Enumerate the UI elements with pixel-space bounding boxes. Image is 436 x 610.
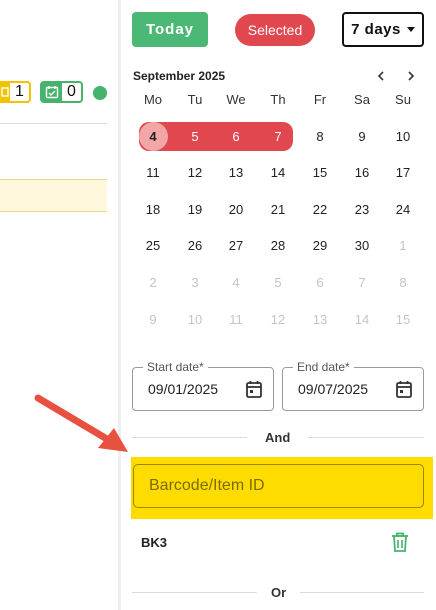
calendar-day[interactable]: 4 <box>135 122 171 150</box>
done-count-badge[interactable]: 0 <box>40 81 83 103</box>
weekday-header: Mo <box>143 92 163 107</box>
weekday-header: Th <box>270 92 286 107</box>
calendar-day[interactable]: 26 <box>177 231 213 259</box>
and-separator-label: And <box>265 430 291 445</box>
calendar-day[interactable]: 5 <box>177 122 213 150</box>
calendar-day[interactable]: 15 <box>302 158 338 186</box>
calendar-day[interactable]: 12 <box>260 305 296 333</box>
calendar-day[interactable]: 22 <box>302 195 338 223</box>
calendar-day[interactable]: 10 <box>177 305 213 333</box>
calendar-day[interactable]: 29 <box>302 231 338 259</box>
panel-divider[interactable] <box>118 0 121 610</box>
calendar-day[interactable]: 6 <box>218 122 254 150</box>
highlighted-row[interactable] <box>0 179 107 212</box>
calendar-day[interactable]: 3 <box>177 268 213 296</box>
calendar-day[interactable]: 18 <box>135 195 171 223</box>
separator-line <box>308 437 424 438</box>
start-date-value[interactable]: 09/01/2025 <box>148 381 218 397</box>
calendar-day[interactable]: 27 <box>218 231 254 259</box>
end-date-value[interactable]: 09/07/2025 <box>298 381 368 397</box>
pending-count-badge[interactable]: 1 <box>0 81 31 103</box>
calendar-day[interactable]: 25 <box>135 231 171 259</box>
calendar-day[interactable]: 21 <box>260 195 296 223</box>
calendar-day[interactable]: 11 <box>135 158 171 186</box>
today-button[interactable]: Today <box>132 12 208 47</box>
trash-icon[interactable] <box>390 531 410 553</box>
end-date-field[interactable]: End date* 09/07/2025 <box>282 360 424 411</box>
weekday-header: Tu <box>187 92 203 107</box>
calendar-day[interactable]: 6 <box>302 268 338 296</box>
left-panel: 1 0 <box>0 0 118 610</box>
calendar-day[interactable]: 20 <box>218 195 254 223</box>
calendar-day[interactable]: 14 <box>260 158 296 186</box>
list-item: BK3 <box>132 525 424 559</box>
calendar-day[interactable]: 9 <box>135 305 171 333</box>
calendar-day[interactable]: 8 <box>302 122 338 150</box>
calendar-check-icon <box>42 83 62 101</box>
month-label: September 2025 <box>133 69 226 83</box>
start-date-field[interactable]: Start date* 09/01/2025 <box>132 360 274 411</box>
online-status-dot <box>93 86 107 100</box>
weekday-header: Su <box>395 92 411 107</box>
calendar-day[interactable]: 4 <box>218 268 254 296</box>
calendar-day[interactable]: 15 <box>385 305 421 333</box>
calendar-icon[interactable] <box>245 379 263 399</box>
calendar-day[interactable]: 13 <box>302 305 338 333</box>
selected-button[interactable]: Selected <box>235 14 315 46</box>
calendar-day[interactable]: 7 <box>260 122 296 150</box>
next-month-button[interactable] <box>402 67 420 85</box>
weekday-header: We <box>226 92 246 107</box>
annotation-arrow-icon <box>34 394 128 452</box>
calendar-day[interactable]: 10 <box>385 122 421 150</box>
calendar-day[interactable]: 13 <box>218 158 254 186</box>
or-separator-label: Or <box>271 585 287 600</box>
previous-month-button[interactable] <box>372 67 390 85</box>
calendar-day[interactable]: 28 <box>260 231 296 259</box>
calendar-day[interactable]: 30 <box>344 231 380 259</box>
range-dropdown[interactable]: 7 days <box>342 12 424 47</box>
divider <box>0 123 107 124</box>
calendar-day[interactable]: 5 <box>260 268 296 296</box>
calendar-day[interactable]: 8 <box>385 268 421 296</box>
calendar-day[interactable]: 2 <box>135 268 171 296</box>
calendar-day[interactable]: 19 <box>177 195 213 223</box>
calendar-day[interactable]: 24 <box>385 195 421 223</box>
calendar-day[interactable]: 12 <box>177 158 213 186</box>
item-code: BK3 <box>141 534 168 550</box>
caret-down-icon <box>406 27 415 32</box>
separator-line <box>132 592 257 593</box>
barcode-input[interactable] <box>133 464 424 508</box>
calendar-day[interactable]: 23 <box>344 195 380 223</box>
calendar-icon[interactable] <box>395 379 413 399</box>
pending-count: 1 <box>15 83 24 100</box>
calendar-day[interactable]: 14 <box>344 305 380 333</box>
task-icon <box>0 83 10 101</box>
separator-line <box>132 437 247 438</box>
separator-line <box>300 592 424 593</box>
calendar-day[interactable]: 11 <box>218 305 254 333</box>
calendar-day[interactable]: 9 <box>344 122 380 150</box>
chevron-right-icon <box>408 71 415 81</box>
weekday-header: Sa <box>354 92 370 107</box>
range-dropdown-label: 7 days <box>351 21 401 38</box>
calendar-day[interactable]: 7 <box>344 268 380 296</box>
calendar-day[interactable]: 17 <box>385 158 421 186</box>
chevron-left-icon <box>377 71 384 81</box>
done-count: 0 <box>67 83 76 100</box>
weekday-header: Fr <box>313 92 327 107</box>
calendar-day[interactable]: 1 <box>385 231 421 259</box>
start-date-label: Start date* <box>143 360 208 374</box>
calendar-day[interactable]: 16 <box>344 158 380 186</box>
end-date-label: End date* <box>293 360 354 374</box>
